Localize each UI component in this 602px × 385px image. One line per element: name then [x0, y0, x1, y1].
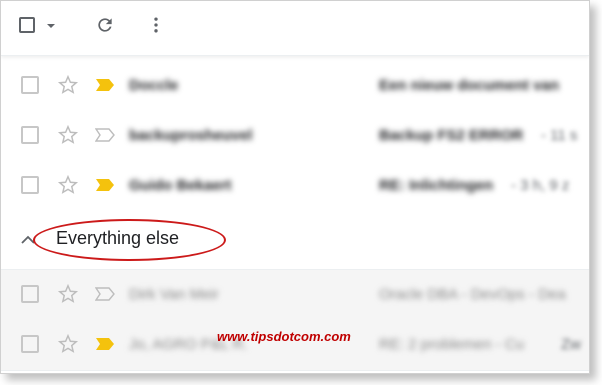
select-all-checkbox[interactable]: [19, 17, 35, 33]
email-snippet: Zw: [561, 336, 581, 353]
email-snippet: - 3 h, 9 z: [511, 177, 570, 194]
important-marker-icon[interactable]: [95, 337, 115, 356]
section-title: Everything else: [56, 228, 180, 248]
email-sender: Doccle: [129, 77, 179, 94]
important-marker-icon[interactable]: [94, 128, 115, 147]
refresh-icon[interactable]: [95, 15, 115, 40]
section-everything-else[interactable]: Everything else: [1, 209, 589, 270]
email-subject: Backup FS2 ERROR: [379, 127, 524, 144]
email-subject: Oracle DBA - DevOps - Dea: [379, 286, 566, 303]
row-checkbox[interactable]: [21, 285, 39, 303]
star-icon[interactable]: [57, 124, 79, 151]
email-subject: RE: Inlichtingen: [379, 177, 494, 194]
important-marker-icon[interactable]: [95, 78, 115, 97]
toolbar: [1, 1, 589, 56]
star-icon[interactable]: [57, 333, 79, 360]
email-subject: RE: 2 problemen - Cu: [379, 336, 525, 353]
row-checkbox[interactable]: [21, 335, 39, 353]
email-row[interactable]: backuprosheuvel Backup FS2 ERROR - 11 s: [1, 111, 589, 162]
star-icon[interactable]: [57, 283, 79, 310]
caret-down-icon[interactable]: [45, 19, 57, 37]
row-checkbox[interactable]: [21, 126, 39, 144]
watermark-text: www.tipsdotcom.com: [217, 329, 351, 344]
email-subject: Een nieuw document van: [379, 77, 560, 94]
email-row[interactable]: Doccle Een nieuw document van: [1, 61, 589, 112]
email-row[interactable]: Guido Bekaert RE: Inlichtingen - 3 h, 9 …: [1, 161, 589, 212]
gmail-inbox-view: Doccle Een nieuw document van backuprosh…: [0, 0, 590, 374]
star-icon[interactable]: [57, 74, 79, 101]
email-sender: Dirk Van Meir: [129, 286, 219, 303]
star-icon[interactable]: [57, 174, 79, 201]
email-row[interactable]: Dirk Van Meir Oracle DBA - DevOps - Dea: [1, 270, 589, 321]
email-sender: Guido Bekaert: [129, 177, 232, 194]
more-vert-icon[interactable]: [146, 15, 166, 40]
row-checkbox[interactable]: [21, 176, 39, 194]
important-marker-icon[interactable]: [94, 287, 115, 306]
email-row[interactable]: Jo, AGRO P&L R. RE: 2 problemen - Cu Zw: [1, 320, 589, 371]
important-marker-icon[interactable]: [95, 178, 115, 197]
email-sender: backuprosheuvel: [129, 127, 253, 144]
email-snippet: - 11 s: [541, 127, 578, 144]
row-checkbox[interactable]: [21, 76, 39, 94]
